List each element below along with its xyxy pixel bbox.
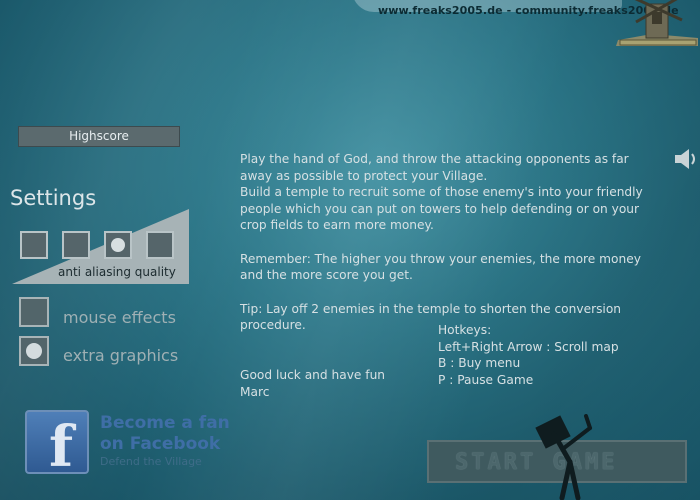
hotkeys: Hotkeys: Left+Right Arrow : Scroll map B… [438, 322, 619, 388]
facebook-fan-line1[interactable]: Become a fan [100, 413, 230, 433]
mouse-effects-checkbox[interactable] [19, 297, 49, 327]
facebook-icon[interactable]: f [25, 410, 89, 480]
signoff: Good luck and have fun Marc [240, 367, 385, 400]
quality-option-2[interactable] [62, 231, 90, 259]
intro-text-1: Play the hand of God, and throw the atta… [240, 152, 629, 183]
speaker-icon[interactable] [674, 146, 698, 172]
intro-text-2: Build a temple to recruit some of those … [240, 185, 643, 232]
stick-figure-icon [535, 414, 592, 500]
extra-graphics-dot [26, 343, 42, 359]
mouse-effects-label: mouse effects [63, 308, 176, 327]
quality-option-4[interactable] [146, 231, 174, 259]
extra-graphics-label: extra graphics [63, 346, 179, 365]
windmill-icon [616, 0, 698, 46]
hotkeys-title: Hotkeys: [438, 323, 492, 337]
quality-selected-dot [111, 238, 125, 252]
author-name: Marc [240, 384, 270, 399]
remember-text: Remember: The higher you throw your enem… [240, 251, 641, 283]
extra-graphics-checkbox[interactable] [19, 336, 49, 366]
quality-option-1[interactable] [20, 231, 48, 259]
instructions: Play the hand of God, and throw the atta… [240, 151, 660, 334]
facebook-fan-line2[interactable]: on Facebook [100, 434, 220, 454]
highscore-button[interactable]: Highscore [18, 126, 180, 147]
hotkey-buy: B : Buy menu [438, 356, 521, 370]
hotkey-scroll: Left+Right Arrow : Scroll map [438, 339, 619, 354]
quality-option-3[interactable] [104, 231, 132, 259]
goodluck-text: Good luck and have fun [240, 368, 386, 382]
quality-label: anti aliasing quality [58, 265, 176, 279]
facebook-subtitle: Defend the Village [100, 455, 202, 468]
hotkey-pause: P : Pause Game [438, 372, 534, 387]
settings-title: Settings [10, 186, 97, 210]
